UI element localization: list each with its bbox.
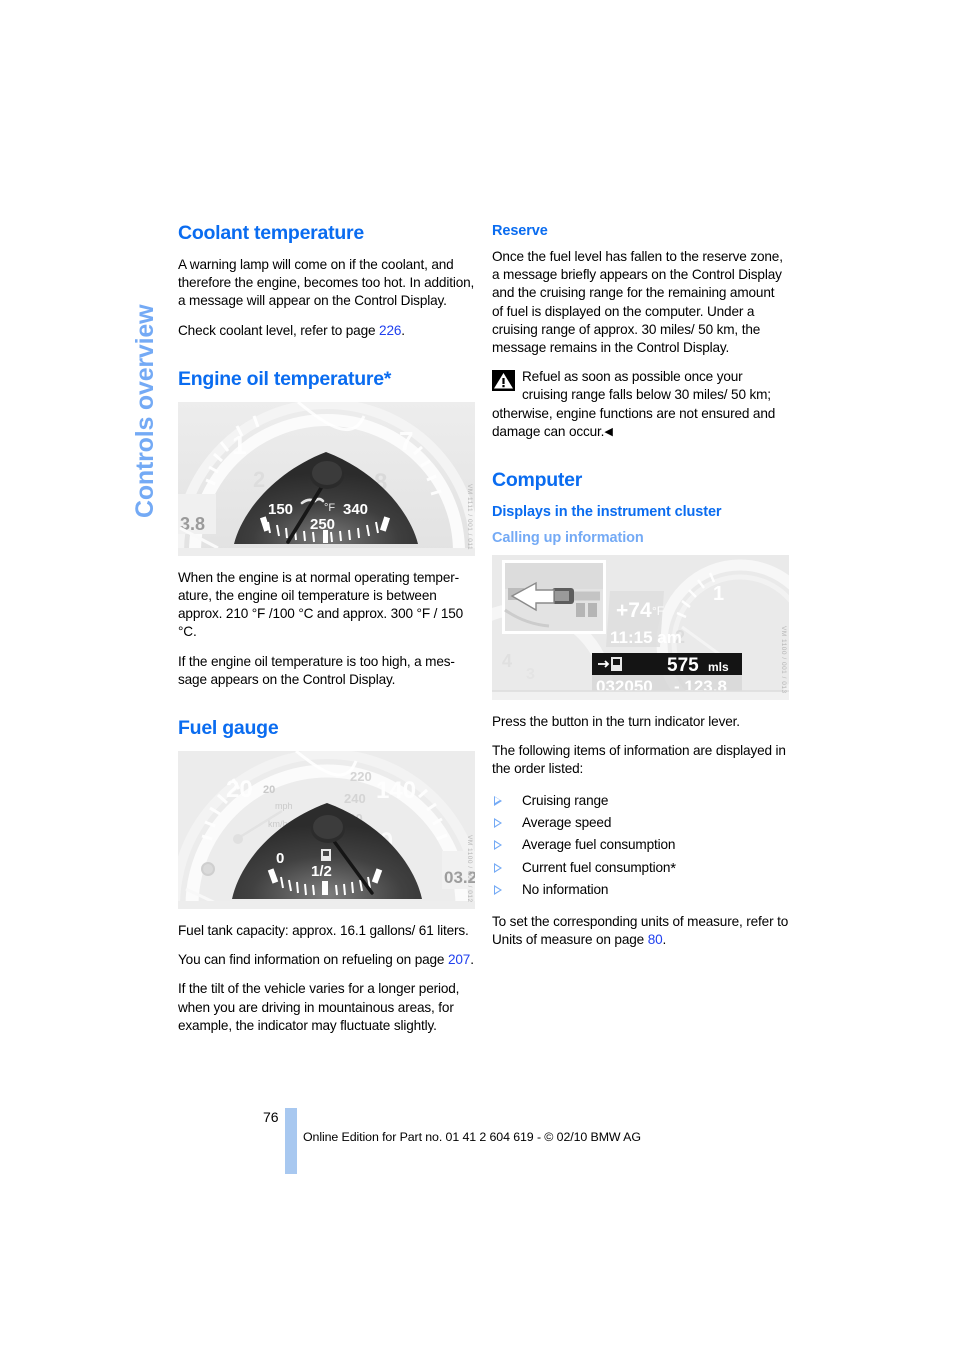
computer-display-items-list: Cruising range Average speed Average fue… (492, 790, 789, 902)
page-link-226[interactable]: 226 (379, 323, 401, 338)
paragraph-oil-normal-range: When the engine is at normal operating t… (178, 569, 464, 640)
heading-fuel-gauge: Fuel gauge (178, 717, 279, 740)
paragraph-coolant-warning: A warning lamp will come on if the coola… (178, 257, 475, 309)
figure-fuel-gauge: 20 140 220 240 260 160 20 mph km/h (178, 751, 475, 910)
heading-coolant-temperature: Coolant temperature (178, 222, 364, 244)
paragraph-tilt-fluctuation: If the tilt of the vehicle varies for a … (178, 981, 460, 1033)
figure-calling-up-information: 1 2 4 3 +74 °F 11:15 am 575 mls 032050 -… (492, 555, 789, 701)
svg-text:3: 3 (526, 666, 535, 683)
triangle-bullet-icon (494, 862, 502, 873)
fuel-tick-half: 1/2 (311, 863, 332, 880)
speed-label-20: 20 (226, 776, 253, 803)
heading-computer: Computer (492, 469, 583, 492)
triangle-bullet-icon (494, 795, 502, 806)
list-item-label: Cruising range (522, 792, 609, 808)
page-link-80[interactable]: 80 (648, 932, 663, 947)
outside-temp-unit: °F (652, 604, 664, 618)
warning-triangle-icon (492, 370, 515, 392)
right-column: Reserve Once the fuel level has fallen t… (492, 222, 789, 960)
svg-text:20: 20 (263, 784, 275, 796)
optional-equipment-asterisk: * (670, 859, 676, 877)
figure-code: VM 1100 / 001 / 012 (466, 835, 473, 904)
triangle-bullet-icon (494, 818, 502, 829)
oil-tick-mid: 250 (310, 516, 335, 533)
list-item-label: Average speed (522, 815, 612, 831)
list-item: Current fuel consumption* (492, 857, 789, 879)
warning-note-refuel: Refuel as soon as possible once your cru… (492, 368, 789, 441)
paragraph-coolant-check: Check coolant level, refer to page 226. (178, 322, 475, 340)
cruising-range-value: 575 (667, 655, 699, 676)
svg-text:mph: mph (275, 801, 293, 811)
heading-engine-oil-temperature: Engine oil temperature* (178, 367, 392, 390)
fuel-tick-empty: 0 (276, 850, 284, 867)
chapter-tab-label: Controls overview (131, 304, 159, 518)
list-item-label: No information (522, 882, 609, 898)
refueling-text-after: . (470, 952, 474, 968)
units-text-after: . (662, 931, 667, 947)
cruising-range-unit: mls (708, 660, 729, 674)
list-item: Cruising range (492, 790, 789, 812)
svg-text:4: 4 (502, 651, 512, 671)
speed-label-140: 140 (376, 777, 416, 804)
page-link-207[interactable]: 207 (448, 952, 470, 967)
paragraph-fuel-capacity: Fuel tank capacity: approx. 16.1 gallons… (178, 923, 469, 939)
paragraph-refueling-info: You can find information on refueling on… (178, 951, 475, 969)
list-item-label: Current fuel consumption (522, 859, 671, 875)
tach-label-1: 1 (232, 430, 246, 460)
figure-code: VM 1100 / 001 / 013 (780, 626, 787, 695)
speed-label-220: 220 (350, 769, 372, 784)
clock-value: 11:15 am (610, 628, 682, 647)
warning-note-text: Refuel as soon as possible once your cru… (492, 369, 776, 439)
list-item: Average fuel consumption (492, 834, 789, 856)
speed-label-240: 240 (344, 791, 366, 806)
paragraph-units-of-measure: To set the corresponding units of measur… (492, 913, 789, 949)
tach-label-7: 7 (399, 426, 413, 456)
list-item: Average speed (492, 812, 789, 834)
engine-oil-gauge-illustration: 1 7 8 2 150 340 250 °F 3.8 (178, 401, 475, 556)
list-item: No information (492, 879, 789, 901)
note-end-mark: ◀ (604, 425, 613, 438)
coolant-check-text-before: Check coolant level, refer to page (178, 322, 380, 338)
heading-reserve: Reserve (492, 223, 548, 239)
outside-temp-value: +74 (616, 599, 652, 622)
paragraph-press-button: Press the button in the turn indicator l… (492, 714, 740, 730)
page-number: 76 (263, 1109, 279, 1125)
heading-displays-instrument-cluster: Displays in the instrument cluster (492, 504, 722, 521)
figure-code: VM 1111 / 001 / 011 (466, 483, 473, 550)
refueling-text-before: You can find information on refueling on… (178, 952, 448, 968)
list-item-label: Average fuel consumption (522, 837, 676, 853)
left-column: Coolant temperature A warning lamp will … (178, 222, 475, 1046)
heading-calling-up-information: Calling up information (492, 530, 644, 547)
manual-page: Controls overview Coolant temperature A … (0, 0, 954, 1350)
fuel-gauge-illustration: 20 140 220 240 260 160 20 mph km/h (178, 751, 475, 910)
svg-text:2: 2 (253, 467, 265, 492)
triangle-bullet-icon (494, 840, 502, 851)
tach-label-1: 1 (713, 583, 724, 605)
instrument-cluster-illustration: 1 2 4 3 +74 °F 11:15 am 575 mls 032050 -… (492, 555, 789, 701)
units-text-before: To set the corresponding units of measur… (492, 913, 789, 947)
oil-unit-label: °F (324, 502, 335, 514)
paragraph-items-order: The following items of information are d… (492, 743, 786, 777)
triangle-bullet-icon (494, 885, 502, 896)
figure-engine-oil-temperature-gauge: 1 7 8 2 150 340 250 °F 3.8 VM 1111 / 001… (178, 401, 475, 556)
chapter-tab-marker (285, 1108, 297, 1174)
oil-tick-high: 340 (343, 501, 368, 518)
oil-tick-low: 150 (268, 501, 293, 518)
paragraph-reserve-description: Once the fuel level has fallen to the re… (492, 249, 783, 356)
paragraph-oil-too-high: If the engine oil temperature is too hig… (178, 653, 455, 687)
coolant-check-text-after: . (401, 322, 405, 338)
footer-imprint: Online Edition for Part no. 01 41 2 604 … (303, 1130, 641, 1144)
